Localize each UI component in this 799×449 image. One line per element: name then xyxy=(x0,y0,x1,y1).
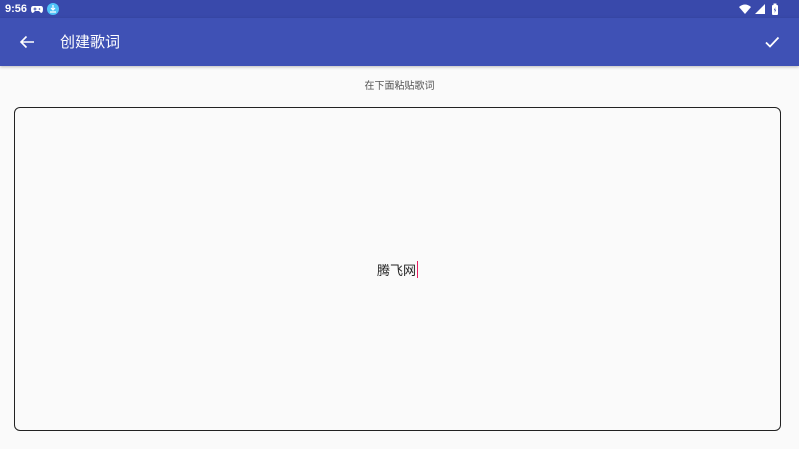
back-button[interactable] xyxy=(12,27,42,57)
lyrics-editor[interactable]: 腾飞网 xyxy=(14,107,781,431)
status-bar: 9:56 xyxy=(0,0,799,18)
signal-icon xyxy=(754,3,766,15)
check-icon xyxy=(765,36,780,48)
status-icons xyxy=(739,3,781,15)
gamepad-icon xyxy=(31,4,43,14)
lyrics-input[interactable]: 腾飞网 xyxy=(15,108,780,430)
text-caret xyxy=(417,260,418,278)
page-title: 创建歌词 xyxy=(60,33,121,51)
wifi-icon xyxy=(739,3,751,15)
battery-icon xyxy=(769,3,781,15)
lyrics-text: 腾飞网 xyxy=(376,263,416,279)
paste-hint: 在下面粘贴歌词 xyxy=(364,81,435,92)
download-icon xyxy=(47,3,59,15)
status-time: 9:56 xyxy=(5,3,28,15)
app-bar: 创建歌词 xyxy=(0,18,799,66)
confirm-button[interactable] xyxy=(757,27,787,57)
arrow-back-icon xyxy=(19,35,34,49)
